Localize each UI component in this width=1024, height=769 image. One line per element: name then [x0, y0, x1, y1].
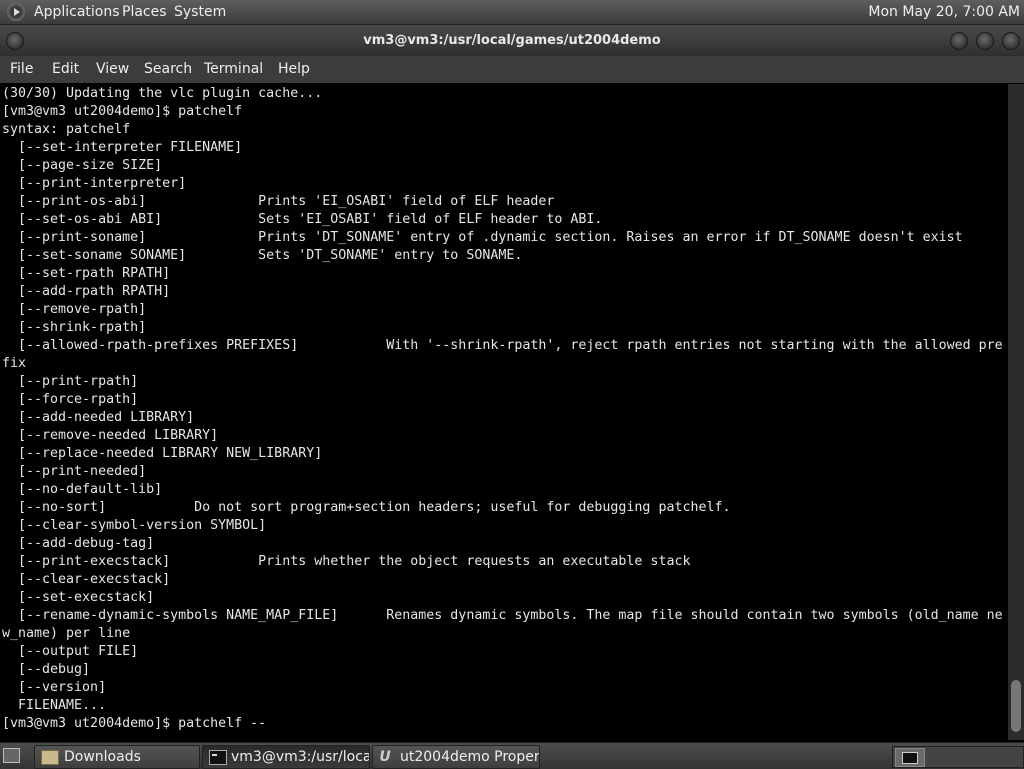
menu-edit[interactable]: Edit — [52, 61, 79, 77]
menu-help[interactable]: Help — [278, 61, 310, 77]
window-title: vm3@vm3:/usr/local/games/ut2004demo — [363, 33, 661, 48]
menu-search[interactable]: Search — [144, 61, 192, 77]
clock[interactable]: Mon May 20, 7:00 AM — [862, 4, 1020, 20]
menu-file[interactable]: File — [10, 61, 33, 77]
terminal-area[interactable]: (30/30) Updating the vlc plugin cache...… — [2, 84, 1008, 740]
workspace-1[interactable] — [895, 748, 925, 767]
menu-view[interactable]: View — [96, 61, 129, 77]
bottom-panel: Downloads vm3@vm3:/usr/loca... U ut2004d… — [0, 742, 1024, 769]
taskbar-item-downloads[interactable]: Downloads — [34, 745, 200, 769]
applications-menu[interactable]: Applications — [34, 4, 120, 20]
close-button[interactable] — [1002, 32, 1020, 50]
terminal-icon — [209, 750, 227, 765]
minimize-button[interactable] — [950, 32, 968, 50]
applications-icon[interactable] — [7, 3, 25, 21]
system-menu[interactable]: System — [174, 4, 226, 20]
top-panel: Applications Places System Mon May 20, 7… — [0, 0, 1024, 25]
taskbar-item-terminal[interactable]: vm3@vm3:/usr/loca... — [202, 745, 370, 769]
places-menu[interactable]: Places — [122, 4, 167, 20]
terminal-output[interactable]: (30/30) Updating the vlc plugin cache...… — [2, 85, 1003, 733]
terminal-scrollbar[interactable] — [1008, 84, 1024, 740]
taskbar-item-label: Downloads — [64, 749, 141, 765]
menu-terminal[interactable]: Terminal — [204, 61, 263, 77]
terminal-menubar: File Edit View Search Terminal Help — [0, 56, 1024, 83]
taskbar-item-label: ut2004demo Proper... — [400, 749, 540, 765]
maximize-button[interactable] — [976, 32, 994, 50]
taskbar-item-label: vm3@vm3:/usr/loca... — [231, 749, 370, 765]
ut-icon: U — [379, 749, 391, 765]
window-titlebar[interactable]: vm3@vm3:/usr/local/games/ut2004demo — [0, 25, 1024, 56]
scrollbar-thumb[interactable] — [1011, 680, 1021, 732]
window-thumbnail-icon — [902, 752, 918, 764]
show-desktop-icon[interactable] — [3, 748, 20, 763]
taskbar-item-ut2004demo-properties[interactable]: U ut2004demo Proper... — [372, 745, 540, 769]
folder-icon — [41, 750, 59, 765]
workspace-switcher[interactable] — [892, 746, 1024, 768]
